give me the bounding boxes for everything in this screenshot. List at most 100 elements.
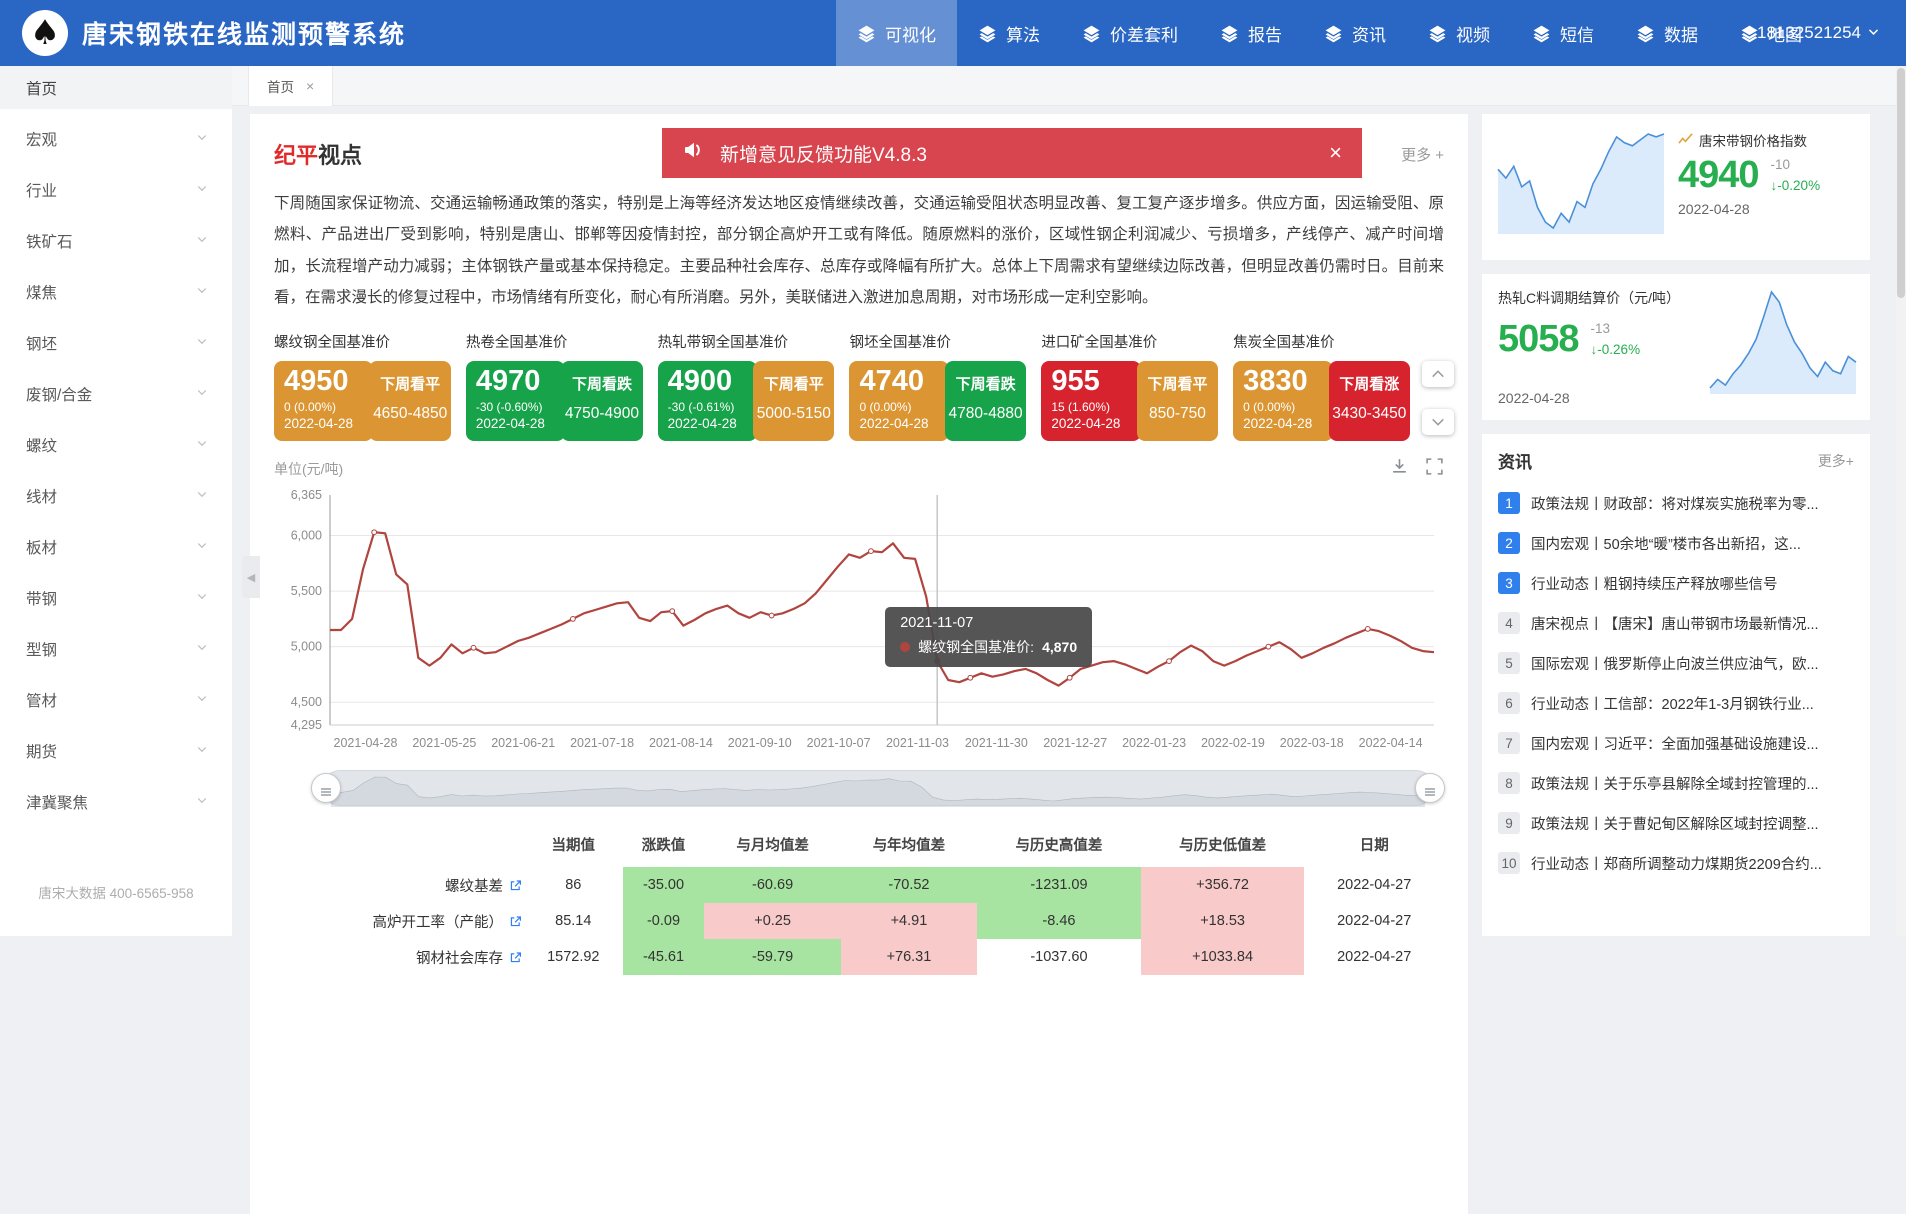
chevron-down-icon: [196, 334, 208, 352]
sparkline-chart: [1708, 286, 1858, 396]
nav-item-visualization[interactable]: 可视化: [836, 0, 957, 66]
price-card-hot-rolled-strip[interactable]: 热轧带钢全国基准价 4900-30 (-0.61%)2022-04-28下周看平…: [658, 331, 839, 441]
nav-item-algorithm[interactable]: 算法: [957, 0, 1061, 66]
line-chart-canvas[interactable]: 4,2954,5005,0005,5006,0006,3652021-04-28…: [274, 485, 1444, 755]
news-item[interactable]: 5国际宏观丨俄罗斯停止向波兰供应油气，欧...: [1498, 643, 1854, 683]
tab-home[interactable]: 首页 ×: [248, 66, 333, 106]
index-value: 4940: [1678, 154, 1759, 197]
news-panel-title: 资讯: [1498, 448, 1532, 473]
news-rank-badge: 7: [1498, 732, 1520, 754]
strip-price-index-card[interactable]: 唐宋带钢价格指数 4940 -10 ↓-0.20% 2022-04-28: [1482, 114, 1870, 260]
indicator-table: 当期值涨跌值与月均值差与年均值差与历史高值差与历史低值差日期 螺纹基差 86-3…: [274, 826, 1444, 975]
svg-text:2022-01-23: 2022-01-23: [1122, 736, 1186, 750]
sidebar-item-coal-coke[interactable]: 煤焦: [0, 270, 232, 313]
news-item[interactable]: 7国内宏观丨习近平：全面加强基础设施建设...: [1498, 723, 1854, 763]
sidebar-item-plate[interactable]: 板材: [0, 525, 232, 568]
news-rank-badge: 10: [1498, 852, 1520, 874]
chevron-down-icon: [196, 181, 208, 199]
news-panel: 资讯 更多+ 1政策法规丨财政部：将对煤炭实施税率为零... 2国内宏观丨50余…: [1482, 434, 1870, 936]
chevron-down-icon: [196, 487, 208, 505]
sidebar-item-pipe[interactable]: 管材: [0, 678, 232, 721]
scrollbar-thumb[interactable]: [1897, 68, 1905, 298]
layers-icon: [1428, 24, 1447, 43]
svg-text:2021-11-03: 2021-11-03: [886, 736, 949, 750]
svg-text:2021-10-07: 2021-10-07: [807, 736, 871, 750]
sidebar-item-rebar[interactable]: 螺纹: [0, 423, 232, 466]
datazoom-left-handle[interactable]: [311, 773, 341, 803]
external-link-icon[interactable]: [509, 916, 522, 932]
cards-scroll-up-button[interactable]: [1422, 361, 1454, 387]
layers-icon: [1220, 24, 1239, 43]
fullscreen-icon[interactable]: [1425, 457, 1444, 481]
news-rank-badge: 4: [1498, 612, 1520, 634]
layers-icon: [1636, 24, 1655, 43]
sidebar-item-jinji-focus[interactable]: 津冀聚焦: [0, 780, 232, 823]
sidebar-item-scrap-alloy[interactable]: 废钢/合金: [0, 372, 232, 415]
viewpoint-paragraph: 下周随国家保证物流、交通运输畅通政策的落实，特别是上海等经济发达地区疫情继续改善…: [274, 188, 1444, 313]
svg-text:2021-04-28: 2021-04-28: [334, 736, 398, 750]
nav-item-arbitrage[interactable]: 价差套利: [1061, 0, 1199, 66]
sidebar-item-section-steel[interactable]: 型钢: [0, 627, 232, 670]
price-card-hot-coil[interactable]: 热卷全国基准价 4970-30 (-0.60%)2022-04-28下周看跌47…: [466, 331, 647, 441]
external-link-icon[interactable]: [509, 880, 522, 896]
svg-text:2021-09-10: 2021-09-10: [728, 736, 792, 750]
sparkline-chart: [1496, 128, 1666, 236]
sidebar-item-strip-steel[interactable]: 带钢: [0, 576, 232, 619]
news-more-link[interactable]: 更多+: [1818, 451, 1854, 471]
chevron-down-icon: [1867, 23, 1880, 43]
sidebar-item-macro[interactable]: 宏观: [0, 117, 232, 160]
settlement-value: 5058: [1498, 318, 1579, 361]
chart-datazoom-slider[interactable]: [322, 770, 1434, 806]
price-card-billet[interactable]: 钢坯全国基准价 47400 (0.00%)2022-04-28下周看跌4780-…: [849, 331, 1030, 441]
price-card-coke[interactable]: 焦炭全国基准价 38300 (0.00%)2022-04-28下周看涨3430-…: [1233, 331, 1414, 441]
svg-text:2021-07-18: 2021-07-18: [570, 736, 634, 750]
nav-item-sms[interactable]: 短信: [1511, 0, 1615, 66]
banner-close-icon[interactable]: ×: [1329, 140, 1342, 166]
chevron-down-icon: [196, 130, 208, 148]
price-trend-chart[interactable]: 4,2954,5005,0005,5006,0006,3652021-04-28…: [274, 485, 1444, 760]
nav-item-data[interactable]: 数据: [1615, 0, 1719, 66]
news-item[interactable]: 8政策法规丨关于乐亭县解除全域封控管理的...: [1498, 763, 1854, 803]
chevron-down-icon: [196, 589, 208, 607]
news-item[interactable]: 6行业动态丨工信部：2022年1-3月钢铁行业...: [1498, 683, 1854, 723]
nav-item-news[interactable]: 资讯: [1303, 0, 1407, 66]
sidebar-item-futures[interactable]: 期货: [0, 729, 232, 772]
svg-text:2021-05-25: 2021-05-25: [412, 736, 476, 750]
sidebar-item-home[interactable]: 首页: [0, 66, 232, 109]
table-header-row: 当期值涨跌值与月均值差与年均值差与历史高值差与历史低值差日期: [274, 826, 1444, 867]
table-row: 钢材社会库存 1572.92-45.61-59.79+76.31-1037.60…: [274, 939, 1444, 975]
user-phone-dropdown[interactable]: 18132521254: [1757, 0, 1880, 66]
svg-text:4,500: 4,500: [291, 695, 322, 709]
news-item[interactable]: 4唐宋视点丨【唐宋】唐山带钢市场最新情况...: [1498, 603, 1854, 643]
datazoom-right-handle[interactable]: [1415, 773, 1445, 803]
sidebar-item-billet[interactable]: 钢坯: [0, 321, 232, 364]
more-link[interactable]: 更多 +: [1401, 144, 1444, 165]
svg-text:6,000: 6,000: [291, 529, 322, 543]
news-item[interactable]: 10行业动态丨郑商所调整动力煤期货2209合约...: [1498, 843, 1854, 883]
chevron-down-icon: [196, 742, 208, 760]
news-item[interactable]: 9政策法规丨关于曹妃甸区解除区域封控调整...: [1498, 803, 1854, 843]
sidebar-collapse-handle[interactable]: ◀: [242, 556, 260, 598]
price-card-rebar[interactable]: 螺纹钢全国基准价 49500 (0.00%)2022-04-28下周看平4650…: [274, 331, 455, 441]
nav-item-report[interactable]: 报告: [1199, 0, 1303, 66]
sidebar-item-wire-rod[interactable]: 线材: [0, 474, 232, 517]
chevron-down-icon: [196, 283, 208, 301]
chevron-down-icon: [196, 793, 208, 811]
price-card-imported-ore[interactable]: 进口矿全国基准价 95515 (1.60%)2022-04-28下周看平850-…: [1041, 331, 1222, 441]
news-item[interactable]: 2国内宏观丨50余地“暖”楼市各出新招，这...: [1498, 523, 1854, 563]
viewpoint-card: 纪平视点 新增意见反馈功能V4.8.3 × 更多 + 下周随国家保证物流、交通运…: [250, 114, 1468, 1214]
news-rank-badge: 9: [1498, 812, 1520, 834]
nav-item-video[interactable]: 视频: [1407, 0, 1511, 66]
news-item[interactable]: 1政策法规丨财政部：将对煤炭实施税率为零...: [1498, 483, 1854, 523]
settlement-price-card[interactable]: 热轧C料调期结算价（元/吨） 5058 -13 ↓-0.26% 2022-04-…: [1482, 274, 1870, 420]
page-scrollbar[interactable]: [1896, 66, 1906, 936]
megaphone-icon: [682, 138, 706, 168]
sidebar-item-industry[interactable]: 行业: [0, 168, 232, 211]
sidebar-item-iron-ore[interactable]: 铁矿石: [0, 219, 232, 262]
cards-scroll-down-button[interactable]: [1422, 409, 1454, 435]
download-icon[interactable]: [1390, 457, 1409, 481]
external-link-icon[interactable]: [509, 952, 522, 968]
news-item[interactable]: 3行业动态丨粗钢持续压产释放哪些信号: [1498, 563, 1854, 603]
tab-close-icon[interactable]: ×: [306, 78, 314, 94]
news-rank-badge: 2: [1498, 532, 1520, 554]
